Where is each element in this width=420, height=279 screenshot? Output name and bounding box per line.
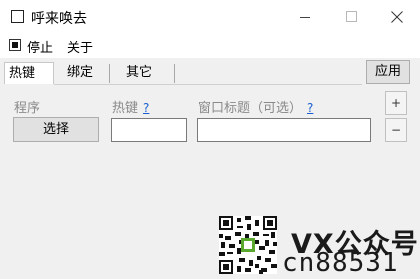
menu-item-about[interactable]: 关于 (67, 37, 93, 56)
hotkey-input[interactable] (111, 118, 187, 142)
window-title-input[interactable] (197, 118, 371, 142)
title-label-group: 窗口标题（可选）? (198, 97, 313, 116)
add-row-button[interactable]: + (385, 91, 407, 115)
minimize-button[interactable] (282, 0, 328, 34)
stop-checkbox[interactable] (9, 39, 21, 51)
close-button[interactable] (374, 0, 420, 34)
close-icon (391, 11, 403, 23)
maximize-button[interactable] (328, 0, 374, 34)
menu-item-stop[interactable]: 停止 (27, 37, 53, 56)
hotkey-label-group: 热键? (112, 97, 149, 116)
program-label: 程序 (14, 101, 41, 116)
title-help-link[interactable]: ? (307, 101, 313, 115)
tab-divider (109, 64, 110, 83)
apply-button[interactable]: 应用 (366, 60, 410, 84)
window-title: 呼来唤去 (31, 11, 87, 27)
tab-hotkey[interactable]: 热键 (4, 62, 54, 84)
hotkey-label: 热键 (112, 101, 139, 116)
app-icon (11, 10, 24, 23)
select-program-button[interactable]: 选择 (13, 117, 99, 142)
tab-other[interactable]: 其它 (126, 62, 152, 84)
tab-underline (54, 84, 362, 85)
tab-binding[interactable]: 绑定 (67, 62, 93, 84)
window-title-label: 窗口标题（可选） (198, 101, 303, 116)
tab-divider (174, 64, 175, 83)
remove-row-button[interactable]: − (385, 118, 407, 142)
title-bar: 呼来唤去 (0, 0, 420, 34)
hotkey-help-link[interactable]: ? (143, 101, 149, 115)
watermark-number: cn88531 (282, 248, 399, 278)
qr-code-graphic (219, 216, 277, 274)
menu-bar (0, 34, 420, 58)
qr-code-icon (219, 216, 277, 274)
